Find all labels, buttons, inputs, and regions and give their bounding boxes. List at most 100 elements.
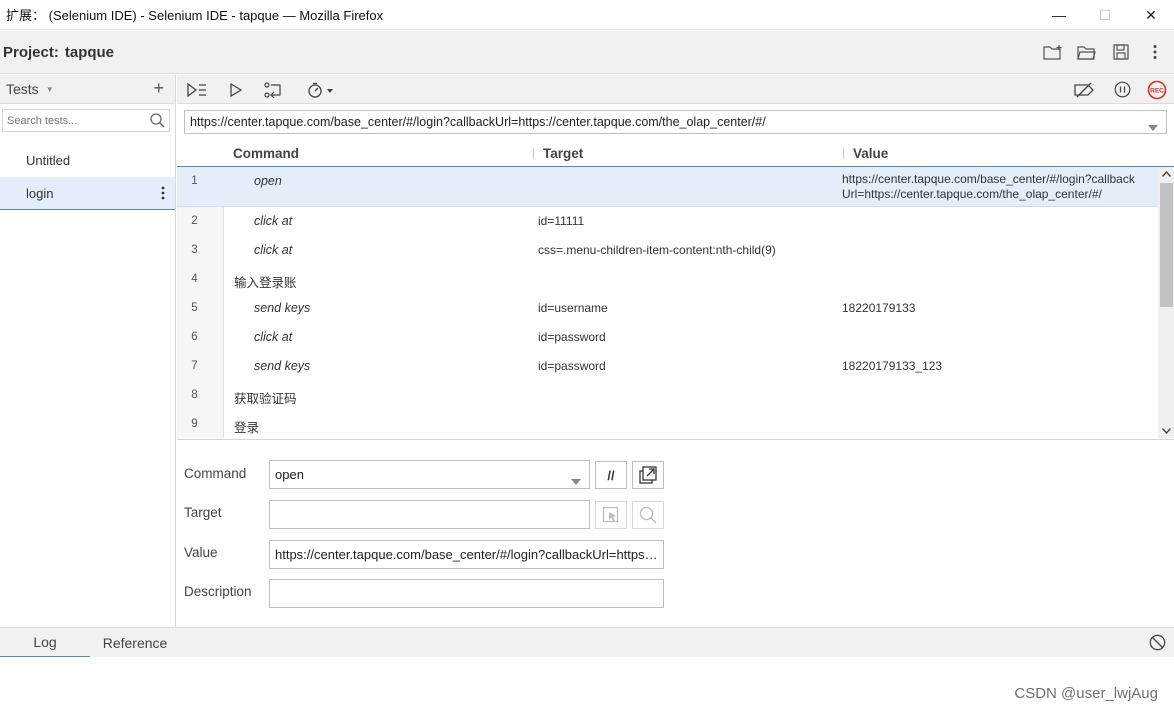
table-row[interactable]: 1 open https://center.tapque.com/base_cent… [177,167,1158,207]
minimize-button[interactable]: — [1036,0,1082,30]
table-row[interactable]: 7 send keys id=password 18220179133_123 [177,352,1158,381]
row-command: 输入登录账 [234,276,297,290]
test-item-untitled[interactable]: Untitled [0,144,175,177]
row-command: send keys [254,359,311,373]
row-command: click at [254,243,293,257]
table-scrollbar[interactable] [1158,167,1174,438]
command-label: Command [184,466,247,481]
search-box [2,109,170,132]
save-project-icon[interactable] [1110,41,1132,63]
command-input-value: open [275,467,304,482]
playback-toolbar: REC [177,75,1174,104]
row-number: 9 [191,418,198,430]
step-icon[interactable] [262,79,284,100]
table-row[interactable]: 5 send keys id=username 18220179133 [177,294,1158,323]
commands-table: Command Target Value 1 open https://center… [177,140,1174,438]
comment-toggle-button[interactable]: // [595,461,627,489]
add-test-button[interactable]: + [153,78,164,99]
row-value: https://center.tapque.com/base_center/#/… [842,172,1135,201]
record-label: REC [1150,87,1164,94]
description-input[interactable] [269,579,664,608]
description-label: Description [184,584,252,599]
project-name[interactable]: tapque [65,44,114,61]
window-titlebar: 扩展： (Selenium IDE) - Selenium IDE - tapq… [0,0,1174,30]
search-tests-input[interactable] [3,110,143,131]
column-header-value: Value [853,146,889,161]
test-item-login[interactable]: login [0,177,175,210]
speed-icon[interactable] [306,79,336,100]
row-command: click at [254,330,293,344]
row-target: id=password [538,330,606,344]
run-icon[interactable] [227,79,245,100]
scroll-down-icon[interactable] [1158,424,1174,438]
row-command: 登录 [234,421,260,435]
row-command: 获取验证码 [234,392,297,406]
table-row[interactable]: 9 登录 [177,410,1158,438]
row-number: 6 [191,331,198,343]
table-row[interactable]: 8 获取验证码 [177,381,1158,410]
value-input-value: https://center.tapque.com/base_center/#/… [275,547,663,562]
row-number: 7 [191,360,198,372]
tab-reference[interactable]: Reference [90,628,180,658]
tab-log[interactable]: Log [0,628,90,658]
window-controls: — ☐ ✕ [1036,0,1174,30]
tests-dropdown[interactable]: Tests [6,81,39,97]
search-icon [150,113,165,131]
close-button[interactable]: ✕ [1128,0,1174,30]
chevron-down-icon[interactable]: ▼ [46,85,54,94]
maximize-button[interactable]: ☐ [1082,0,1128,30]
value-input[interactable]: https://center.tapque.com/base_center/#/… [269,540,664,569]
table-row[interactable]: 3 click at css=.menu-children-item-content… [177,236,1158,265]
open-reference-button[interactable] [632,461,664,489]
chevron-down-icon[interactable] [571,473,581,488]
project-actions [1042,41,1166,63]
command-editor: Command open // Target Value https://cen… [177,439,1174,627]
row-command: send keys [254,301,311,315]
disable-breakpoints-icon[interactable] [1073,79,1095,100]
table-header: Command Target Value [177,140,1174,167]
table-row[interactable]: 2 click at id=11111 [177,207,1158,236]
row-number: 8 [191,389,198,401]
external-link-icon [639,466,657,484]
console-tabs: Log Reference [0,627,1174,658]
watermark: CSDN @user_lwjAug [1014,685,1158,702]
test-item-label: Untitled [26,153,71,168]
open-project-icon[interactable] [1076,41,1098,63]
scroll-up-icon[interactable] [1158,167,1174,181]
tests-sidebar: Tests ▼ + Untitled login [0,75,176,627]
project-label: Project: [3,43,59,61]
scrollbar-thumb[interactable] [1160,183,1173,307]
run-all-icon[interactable] [186,79,208,100]
window-title: 扩展： (Selenium IDE) - Selenium IDE - tapq… [6,8,384,23]
column-header-target: Target [543,146,584,161]
select-target-button[interactable] [595,501,627,529]
chevron-down-icon[interactable] [1148,120,1158,134]
more-options-icon[interactable] [1144,41,1166,63]
new-project-icon[interactable] [1042,41,1064,63]
row-target: id=11111 [538,214,585,228]
project-title: Project: tapque [0,44,114,61]
table-row[interactable]: 4 输入登录账 [177,265,1158,294]
test-list: Untitled login [0,144,175,210]
find-target-button[interactable] [632,501,664,529]
pause-icon[interactable] [1112,79,1132,100]
record-icon[interactable]: REC [1146,79,1168,100]
table-row[interactable]: 6 click at id=password [177,323,1158,352]
tests-header: Tests ▼ + [0,75,175,104]
value-label: Value [184,545,218,560]
command-input[interactable]: open [269,460,590,489]
row-number: 3 [191,244,198,256]
row-value: 18220179133 [842,301,916,315]
test-options-icon[interactable] [161,186,165,203]
row-target: id=password [538,359,606,373]
base-url-value: https://center.tapque.com/base_center/#/… [190,115,766,129]
row-number: 5 [191,302,198,314]
log-panel: CSDN @user_lwjAug [0,657,1174,712]
target-input[interactable] [269,500,590,529]
table-body: 1 open https://center.tapque.com/base_cent… [177,167,1158,438]
row-value: 18220179133_123 [842,359,943,373]
base-url-combobox[interactable]: https://center.tapque.com/base_center/#/… [184,110,1167,134]
clear-log-icon[interactable] [1149,634,1166,654]
test-item-label: login [26,185,54,201]
row-number: 4 [191,273,198,285]
